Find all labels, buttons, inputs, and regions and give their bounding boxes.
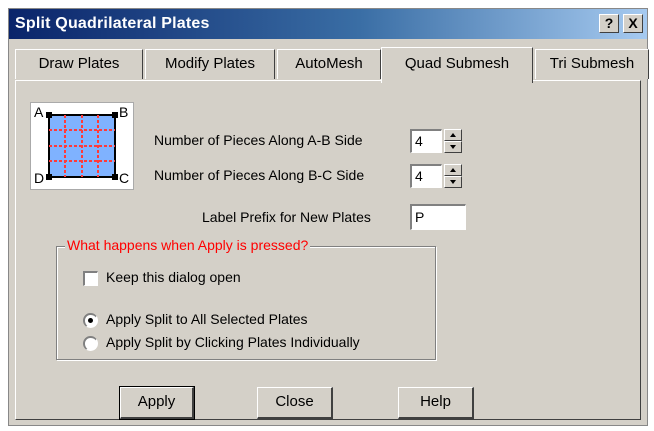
tab-quad-submesh[interactable]: Quad Submesh [381, 47, 533, 83]
apply-click-radio[interactable] [83, 336, 98, 351]
tab-modify-plates[interactable]: Modify Plates [145, 49, 275, 79]
ab-pieces-spinner[interactable] [444, 129, 462, 153]
corner-label-b: B [119, 104, 128, 120]
tab-draw-plates[interactable]: Draw Plates [15, 49, 143, 79]
bc-pieces-label: Number of Pieces Along B-C Side [154, 167, 365, 183]
apply-click-label[interactable]: Apply Split by Clicking Plates Individua… [106, 334, 360, 350]
ab-spin-up-icon[interactable] [444, 129, 462, 141]
close-title-button[interactable]: X [623, 14, 643, 33]
tab-strip: Draw Plates Modify Plates AutoMesh Quad … [15, 47, 649, 83]
ab-pieces-input[interactable]: 4 [410, 129, 442, 153]
tab-automesh[interactable]: AutoMesh [277, 49, 381, 79]
corner-label-a: A [34, 104, 44, 120]
apply-behavior-group: What happens when Apply is pressed? Keep… [56, 237, 436, 360]
tab-tri-submesh[interactable]: Tri Submesh [535, 49, 649, 79]
bc-spin-down-icon[interactable] [444, 176, 462, 188]
bc-spin-up-icon[interactable] [444, 164, 462, 176]
help-title-button[interactable]: ? [599, 14, 619, 33]
help-button[interactable]: Help [398, 387, 474, 419]
keep-open-label[interactable]: Keep this dialog open [106, 269, 241, 285]
bc-pieces-input[interactable]: 4 [410, 164, 442, 188]
apply-all-radio[interactable] [83, 313, 98, 328]
window-title: Split Quadrilateral Plates [15, 15, 210, 32]
prefix-input[interactable]: P [410, 204, 466, 230]
keep-open-checkbox[interactable] [83, 271, 98, 286]
prefix-label: Label Prefix for New Plates [202, 209, 371, 225]
quad-split-diagram: A B C D [30, 102, 134, 190]
quad-diagram-svg: A B C D [34, 104, 129, 186]
corner-label-d: D [34, 170, 44, 186]
split-quad-dialog: Split Quadrilateral Plates ? X Draw Plat… [8, 8, 649, 426]
quad-submesh-panel: A B C D Number of Pieces Along A-B Side … [15, 80, 641, 420]
bc-pieces-spinner[interactable] [444, 164, 462, 188]
corner-label-c: C [119, 170, 129, 186]
close-button[interactable]: Close [257, 387, 333, 419]
ab-pieces-label: Number of Pieces Along A-B Side [154, 132, 363, 148]
apply-behavior-legend: What happens when Apply is pressed? [65, 237, 311, 253]
ab-spin-down-icon[interactable] [444, 141, 462, 153]
title-bar: Split Quadrilateral Plates ? X [9, 9, 647, 39]
apply-button[interactable]: Apply [119, 386, 195, 420]
apply-all-label[interactable]: Apply Split to All Selected Plates [106, 311, 308, 327]
